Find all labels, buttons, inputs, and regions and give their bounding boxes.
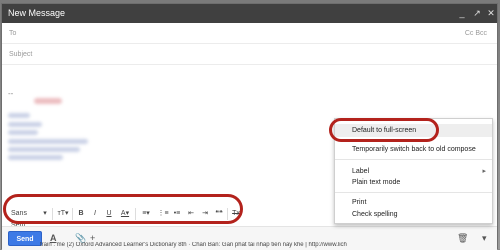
blurred-text bbox=[34, 98, 62, 104]
menu-item-check-spelling[interactable]: Check spelling bbox=[352, 211, 398, 218]
send-button[interactable]: Send bbox=[8, 231, 42, 246]
menu-item-label-submenu[interactable]: Label bbox=[352, 168, 369, 175]
to-row[interactable]: To Cc Bcc bbox=[2, 24, 497, 44]
blurred-text bbox=[8, 130, 38, 135]
menu-item-old-compose[interactable]: Temporarily switch back to old compose bbox=[352, 146, 476, 153]
signature-dashes: -- bbox=[8, 89, 14, 98]
blurred-text bbox=[8, 139, 88, 144]
subject-row[interactable]: Subject bbox=[2, 45, 497, 65]
highlight-annotation-menu bbox=[329, 118, 439, 142]
to-label: To bbox=[9, 30, 17, 37]
background-email-strip: train : me (2) Oxford Advanced Learner's… bbox=[40, 242, 347, 248]
minimize-icon[interactable]: _ bbox=[457, 7, 467, 19]
chevron-right-icon: ▸ bbox=[482, 168, 486, 175]
close-icon[interactable]: ✕ bbox=[486, 7, 496, 19]
popout-icon[interactable]: ↗ bbox=[472, 7, 482, 19]
compose-titlebar[interactable]: New Message _ ↗ ✕ bbox=[2, 4, 497, 23]
blurred-text bbox=[8, 155, 63, 160]
subject-field[interactable]: Subject bbox=[9, 51, 32, 58]
menu-item-print[interactable]: Print bbox=[352, 199, 366, 206]
menu-divider bbox=[335, 192, 492, 193]
highlight-annotation-toolbar bbox=[3, 194, 243, 224]
cc-bcc-link[interactable]: Cc Bcc bbox=[465, 30, 487, 37]
blurred-text bbox=[8, 122, 42, 127]
blurred-text bbox=[8, 147, 80, 152]
menu-item-plain-text[interactable]: Plain text mode bbox=[352, 179, 400, 186]
window-title: New Message bbox=[8, 8, 66, 18]
menu-divider bbox=[335, 159, 492, 160]
blurred-text bbox=[8, 113, 30, 118]
